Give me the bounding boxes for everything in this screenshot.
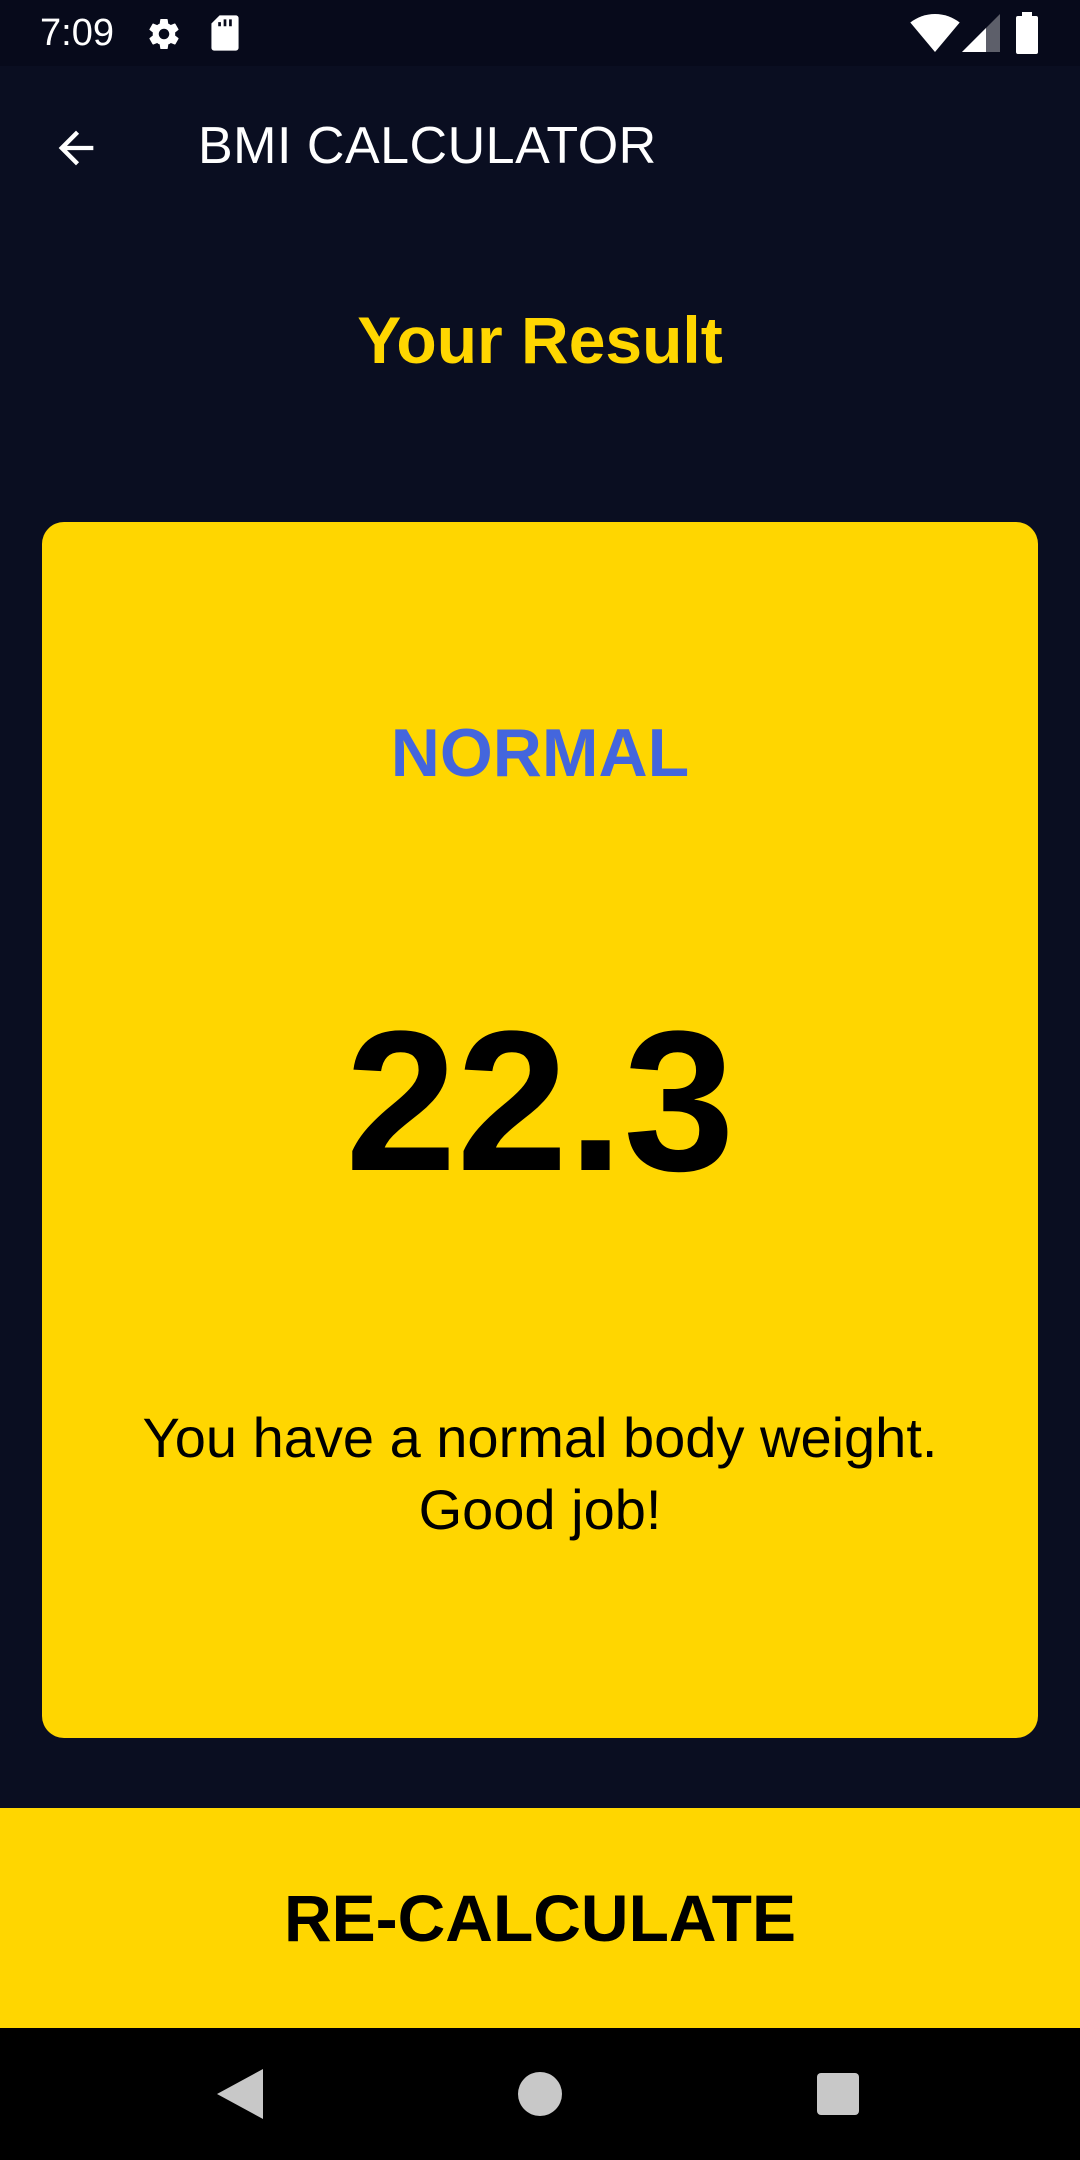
arrow-back-icon [58, 130, 94, 166]
back-button[interactable] [36, 108, 116, 188]
bmi-category-label: NORMAL [390, 715, 690, 791]
status-bar: 7:09 [0, 0, 1080, 66]
bmi-interpretation: You have a normal body weight. Good job! [142, 1406, 938, 1541]
sd-card-icon [208, 14, 242, 57]
recalculate-button[interactable]: RE-CALCULATE [0, 1808, 1080, 2028]
result-card: NORMAL 22.3 You have a normal body weigh… [42, 522, 1038, 1738]
back-triangle-icon [217, 2069, 263, 2119]
cell-signal-icon [962, 14, 1002, 57]
system-nav-bar [0, 2028, 1080, 2160]
nav-home-button[interactable] [510, 2064, 570, 2124]
settings-gear-icon [146, 16, 182, 57]
nav-back-button[interactable] [210, 2064, 270, 2124]
nav-recents-button[interactable] [808, 2064, 868, 2124]
result-heading: Your Result [357, 303, 723, 377]
recalculate-label: RE-CALCULATE [283, 1881, 797, 1955]
home-circle-icon [518, 2072, 562, 2116]
battery-icon [1016, 12, 1038, 59]
app-title: BMI CALCULATOR [198, 117, 657, 175]
recents-square-icon [817, 2073, 859, 2115]
bmi-value: 22.3 [345, 990, 735, 1213]
wifi-icon [910, 14, 960, 57]
bmi-result-screen: 7:09 BMI CALCULATOR Your Result NORMAL 2… [0, 0, 1080, 2160]
app-bar: BMI CALCULATOR [0, 66, 1080, 222]
status-time: 7:09 [40, 12, 114, 54]
